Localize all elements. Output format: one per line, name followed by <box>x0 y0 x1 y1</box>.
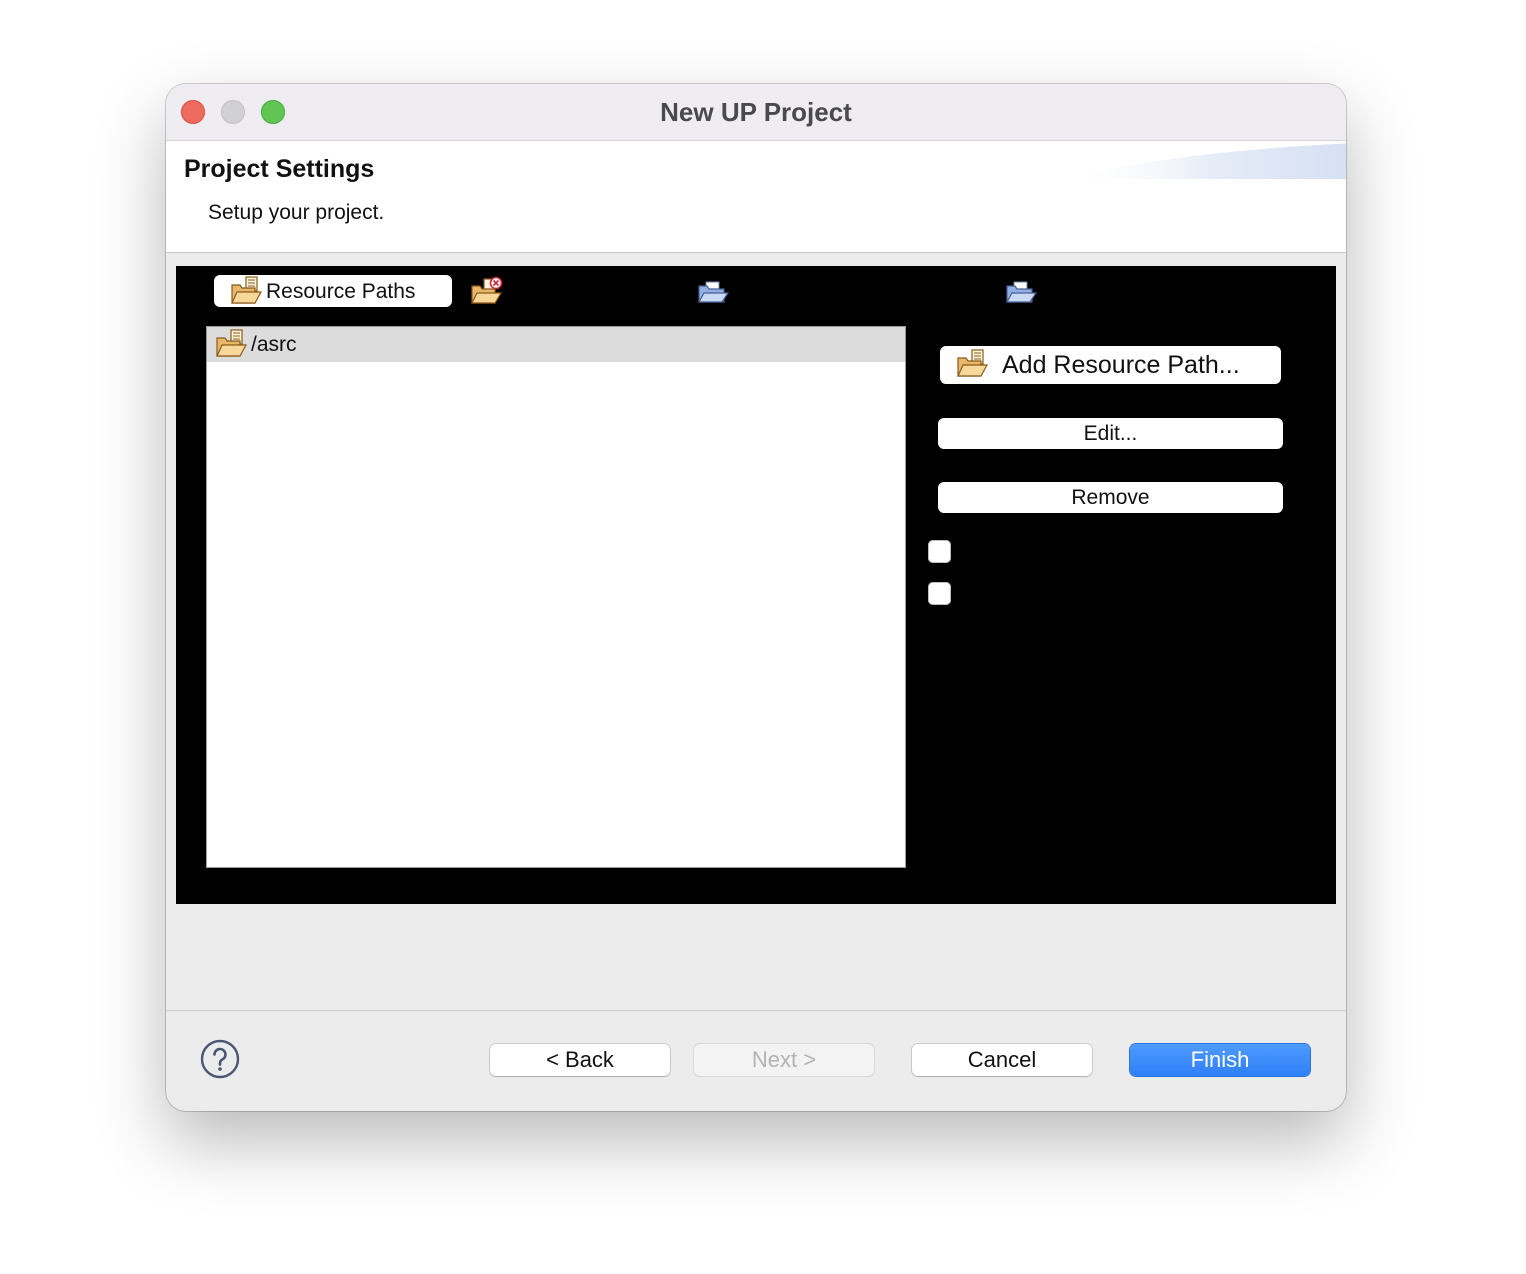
cancel-button[interactable]: Cancel <box>912 1044 1092 1076</box>
resource-folder-icon <box>215 329 249 359</box>
tab-folder-error-icon[interactable] <box>470 276 504 306</box>
option-checkbox-1[interactable] <box>928 540 951 563</box>
add-resource-path-button[interactable]: Add Resource Path... <box>940 346 1281 384</box>
option-checkbox-2[interactable] <box>928 582 951 605</box>
tab-resource-paths[interactable]: Resource Paths <box>214 275 452 307</box>
wizard-header: Project Settings Setup your project. <box>166 141 1346 253</box>
next-button[interactable]: Next > <box>694 1044 874 1076</box>
add-resource-path-label: Add Resource Path... <box>1002 351 1240 379</box>
remove-button[interactable]: Remove <box>938 482 1283 513</box>
finish-button[interactable]: Finish <box>1130 1044 1310 1076</box>
resource-path-list[interactable]: /asrc <box>206 326 906 868</box>
tab-blue-folder-icon-2[interactable] <box>1004 276 1038 306</box>
resource-folder-icon <box>230 276 264 306</box>
banner-swoosh-graphic <box>1066 143 1346 179</box>
list-item[interactable]: /asrc <box>207 327 905 362</box>
edit-button[interactable]: Edit... <box>938 418 1283 449</box>
tab-blue-folder-icon[interactable] <box>696 276 730 306</box>
page-title: Project Settings <box>184 155 375 183</box>
list-item-label: /asrc <box>251 333 297 356</box>
question-mark-icon[interactable] <box>200 1039 240 1079</box>
back-button[interactable]: < Back <box>490 1044 670 1076</box>
new-project-dialog: New UP Project Project Settings Setup yo… <box>166 84 1346 1111</box>
footer-divider <box>166 1010 1346 1011</box>
resource-settings-panel: Resource Paths /asrc Add Resource Path..… <box>176 266 1336 904</box>
title-bar[interactable]: New UP Project <box>166 84 1346 141</box>
tab-resource-paths-label: Resource Paths <box>266 280 416 303</box>
resource-folder-icon <box>956 349 990 379</box>
window-title: New UP Project <box>660 97 852 127</box>
page-subtitle: Setup your project. <box>208 201 385 224</box>
